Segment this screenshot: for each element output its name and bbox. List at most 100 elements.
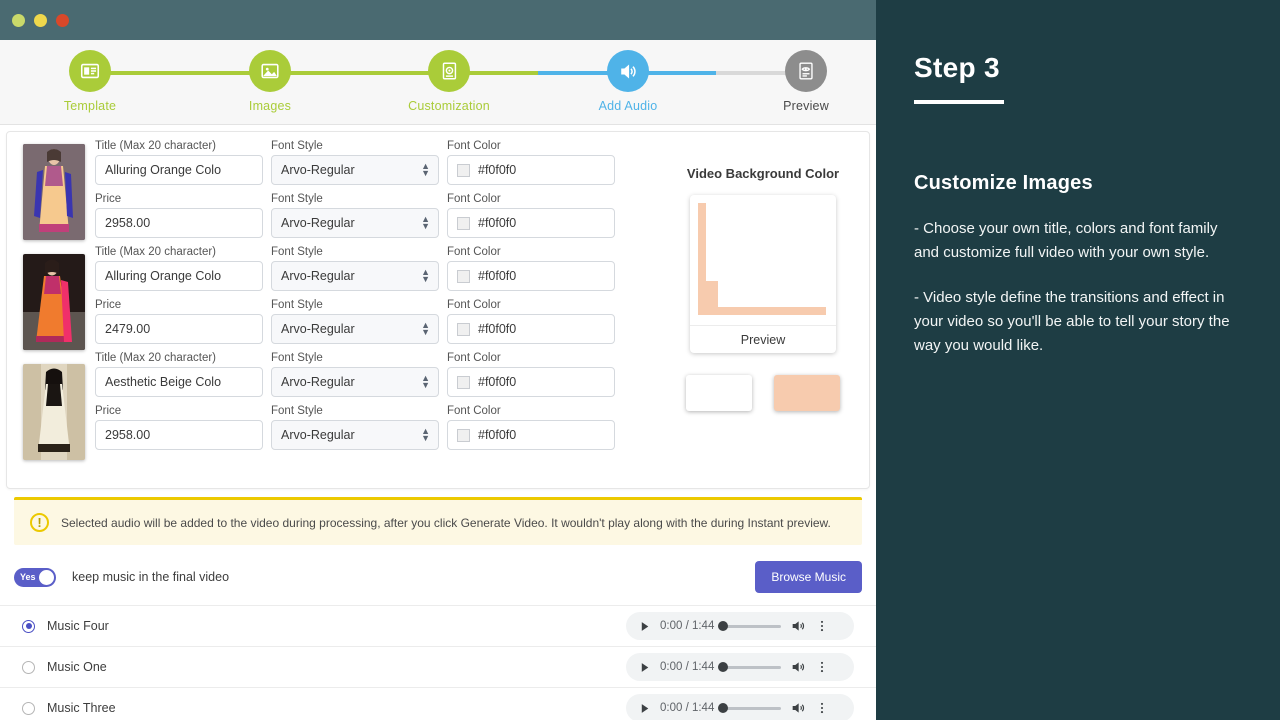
play-icon[interactable] (638, 661, 651, 674)
title-font-select-2[interactable]: Arvo-Regular ▲▼ (271, 261, 439, 291)
label-price-2: Price (95, 299, 263, 311)
browse-music-button[interactable]: Browse Music (755, 561, 862, 593)
item-thumbnail-3[interactable] (23, 364, 85, 460)
track-time-1: 0:00 / 1:44 (660, 620, 714, 632)
kebab-menu-icon[interactable] (815, 660, 829, 674)
step-label-add-audio: Add Audio (583, 99, 673, 113)
title-color-input-3[interactable]: #f0f0f0 (447, 367, 615, 397)
table-row[interactable]: Music One 0:00 / 1:44 (0, 646, 876, 687)
app-window: Template Images (0, 0, 876, 720)
table-row[interactable]: Music Three 0:00 / 1:44 (0, 687, 876, 720)
title-input-2[interactable]: Alluring Orange Colo (95, 261, 263, 291)
warning-icon: ! (30, 513, 49, 532)
minimize-button-dot[interactable] (34, 14, 47, 27)
price-font-select-3[interactable]: Arvo-Regular ▲▼ (271, 420, 439, 450)
alert-text: Selected audio will be added to the vide… (61, 516, 831, 530)
step-customization[interactable]: Customization (404, 50, 494, 113)
label-font-style-1: Font Style (271, 140, 439, 152)
volume-slider-2[interactable] (723, 666, 781, 669)
peach-swatch[interactable] (774, 375, 840, 411)
price-input-3[interactable]: 2958.00 (95, 420, 263, 450)
maximize-button-dot[interactable] (56, 14, 69, 27)
title-underline (914, 100, 1004, 104)
label-price-font-color-2: Font Color (447, 299, 615, 311)
close-button-dot[interactable] (12, 14, 25, 27)
label-price-font-style-2: Font Style (271, 299, 439, 311)
label-price-font-style-1: Font Style (271, 193, 439, 205)
info-sidepanel: Step 3 Customize Images - Choose your ow… (876, 0, 1280, 720)
title-font-value-2: Arvo-Regular (281, 269, 355, 283)
label-title-2: Title (Max 20 character) (95, 246, 263, 258)
play-icon[interactable] (638, 702, 651, 715)
title-font-select-3[interactable]: Arvo-Regular ▲▼ (271, 367, 439, 397)
audio-icon (607, 50, 649, 92)
track-time-3: 0:00 / 1:44 (660, 702, 714, 714)
item-1-title-row: Title (Max 20 character) Alluring Orange… (95, 140, 657, 185)
price-color-value-3: #f0f0f0 (478, 428, 516, 442)
chevron-updown-icon: ▲▼ (421, 163, 430, 177)
track-radio-1[interactable] (22, 620, 35, 633)
label-price-font-color-1: Font Color (447, 193, 615, 205)
label-font-color-1: Font Color (447, 140, 615, 152)
label-font-style-3: Font Style (271, 352, 439, 364)
title-color-value-1: #f0f0f0 (478, 163, 516, 177)
toggle-state-label: Yes (20, 572, 36, 582)
price-input-1[interactable]: 2958.00 (95, 208, 263, 238)
volume-icon[interactable] (790, 700, 806, 716)
color-swatch-icon (457, 270, 470, 283)
panel-heading: Customize Images (914, 172, 1242, 195)
title-color-input-1[interactable]: #f0f0f0 (447, 155, 615, 185)
wizard-stepper: Template Images (0, 40, 876, 125)
price-input-2[interactable]: 2479.00 (95, 314, 263, 344)
title-input-1[interactable]: Alluring Orange Colo (95, 155, 263, 185)
customization-icon (428, 50, 470, 92)
price-color-input-2[interactable]: #f0f0f0 (447, 314, 615, 344)
track-radio-3[interactable] (22, 702, 35, 715)
preview-icon (785, 50, 827, 92)
price-font-select-1[interactable]: Arvo-Regular ▲▼ (271, 208, 439, 238)
color-swatch-icon (457, 164, 470, 177)
audio-processing-alert: ! Selected audio will be added to the vi… (14, 497, 862, 545)
video-background-heading: Video Background Color (657, 166, 869, 181)
thumbnail-column (7, 132, 95, 488)
table-row[interactable]: Music Four 0:00 / 1:44 (0, 605, 876, 646)
step-preview[interactable]: Preview (761, 50, 851, 113)
item-thumbnail-1[interactable] (23, 144, 85, 240)
step-images[interactable]: Images (225, 50, 315, 113)
item-2-price-row: Price 2479.00 Font Style Arvo-Regular ▲▼… (95, 299, 657, 344)
volume-icon[interactable] (790, 618, 806, 634)
track-radio-2[interactable] (22, 661, 35, 674)
price-color-input-3[interactable]: #f0f0f0 (447, 420, 615, 450)
item-2-title-row: Title (Max 20 character) Alluring Orange… (95, 246, 657, 291)
label-font-color-3: Font Color (447, 352, 615, 364)
audio-player-1[interactable]: 0:00 / 1:44 (626, 612, 854, 640)
chevron-updown-icon: ▲▼ (421, 322, 430, 336)
audio-player-3[interactable]: 0:00 / 1:44 (626, 694, 854, 720)
title-input-3[interactable]: Aesthetic Beige Colo (95, 367, 263, 397)
preview-artwork (696, 201, 830, 325)
keep-music-toggle[interactable]: Yes (14, 568, 56, 587)
play-icon[interactable] (638, 620, 651, 633)
volume-slider-3[interactable] (723, 707, 781, 710)
chevron-updown-icon: ▲▼ (421, 375, 430, 389)
price-font-value-2: Arvo-Regular (281, 322, 355, 336)
kebab-menu-icon[interactable] (815, 619, 829, 633)
track-time-2: 0:00 / 1:44 (660, 661, 714, 673)
audio-player-2[interactable]: 0:00 / 1:44 (626, 653, 854, 681)
video-preview-card[interactable]: Preview (690, 195, 836, 353)
step-template[interactable]: Template (45, 50, 135, 113)
label-font-style-2: Font Style (271, 246, 439, 258)
item-thumbnail-2[interactable] (23, 254, 85, 350)
title-color-input-2[interactable]: #f0f0f0 (447, 261, 615, 291)
volume-icon[interactable] (790, 659, 806, 675)
kebab-menu-icon[interactable] (815, 701, 829, 715)
color-swatch-icon (457, 376, 470, 389)
price-color-input-1[interactable]: #f0f0f0 (447, 208, 615, 238)
title-font-select-1[interactable]: Arvo-Regular ▲▼ (271, 155, 439, 185)
label-title-3: Title (Max 20 character) (95, 352, 263, 364)
white-swatch[interactable] (686, 375, 752, 411)
step-add-audio[interactable]: Add Audio (583, 50, 673, 113)
volume-slider-1[interactable] (723, 625, 781, 628)
step-label-template: Template (45, 99, 135, 113)
price-font-select-2[interactable]: Arvo-Regular ▲▼ (271, 314, 439, 344)
